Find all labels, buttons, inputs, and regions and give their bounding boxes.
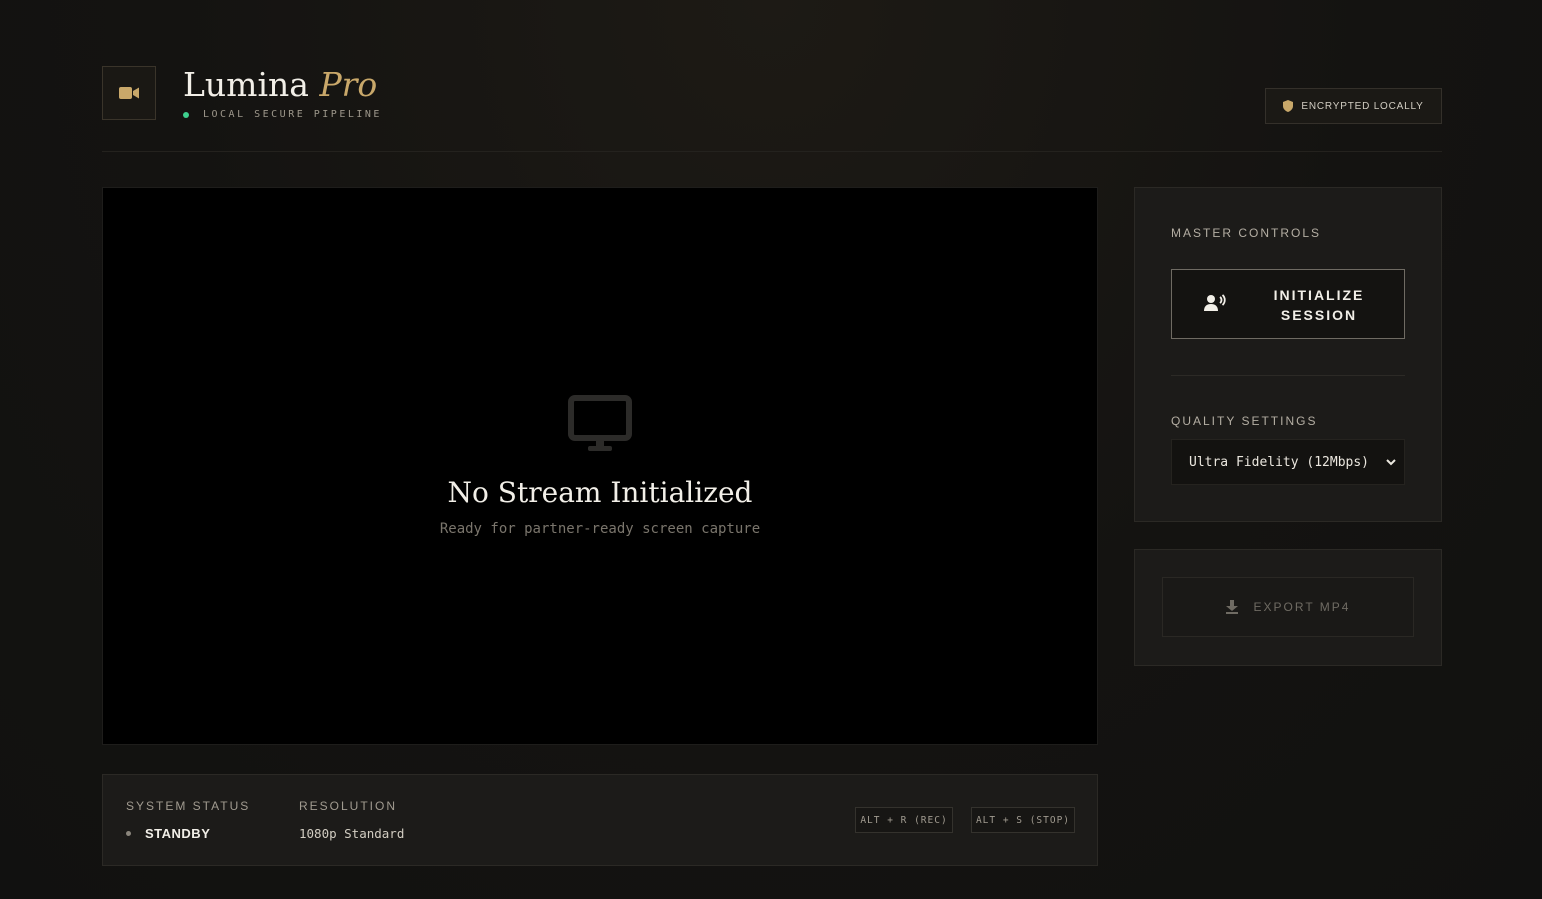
brand: Lumina Pro LOCAL SECURE PIPELINE: [183, 66, 382, 120]
empty-state-subtitle: Ready for partner-ready screen capture: [439, 521, 761, 537]
video-camera-icon: [119, 87, 139, 99]
app-header: Lumina Pro LOCAL SECURE PIPELINE ENCRYPT…: [102, 66, 1442, 152]
shield-icon: [1283, 100, 1294, 112]
empty-state: No Stream Initialized Ready for partner-…: [103, 395, 1097, 537]
system-status: SYSTEM STATUS STANDBY: [126, 799, 250, 841]
encryption-badge-label: ENCRYPTED LOCALLY: [1301, 100, 1424, 112]
master-controls-panel: MASTER CONTROLS INITIALIZE SESSION QUALI…: [1134, 187, 1442, 522]
export-mp4-label: EXPORT MP4: [1253, 600, 1351, 614]
panel-divider: [1171, 375, 1405, 376]
export-panel: EXPORT MP4: [1134, 549, 1442, 666]
resolution-value: 1080p Standard: [299, 826, 405, 841]
status-indicator: [126, 831, 131, 836]
monitor-icon: [568, 395, 632, 451]
user-voice-icon: [1204, 294, 1226, 311]
pipeline-status: LOCAL SECURE PIPELINE: [183, 109, 382, 120]
chevron-down-icon: [1386, 458, 1396, 465]
initialize-session-label-line1: INITIALIZE: [1273, 287, 1365, 303]
status-bar: SYSTEM STATUS STANDBY RESOLUTION 1080p S…: [102, 774, 1098, 866]
initialize-session-label-line2: SESSION: [1280, 307, 1358, 323]
export-mp4-button[interactable]: EXPORT MP4: [1162, 577, 1414, 637]
initialize-session-label: INITIALIZE SESSION: [1234, 285, 1404, 325]
download-icon: [1225, 600, 1238, 614]
initialize-session-button[interactable]: INITIALIZE SESSION: [1171, 269, 1405, 339]
shortcut-record: ALT + R (REC): [855, 807, 953, 833]
resolution-status: RESOLUTION 1080p Standard: [299, 799, 404, 841]
app-title: Lumina Pro: [183, 65, 378, 104]
resolution-label: RESOLUTION: [299, 799, 398, 813]
shortcut-stop: ALT + S (STOP): [971, 807, 1075, 833]
encryption-badge: ENCRYPTED LOCALLY: [1265, 88, 1442, 124]
system-status-row: STANDBY: [126, 826, 250, 841]
quality-select[interactable]: Ultra Fidelity (12Mbps): [1171, 439, 1405, 485]
quality-settings-label: QUALITY SETTINGS: [1171, 414, 1318, 428]
app-title-accent: Pro: [319, 65, 378, 104]
empty-state-title: No Stream Initialized: [447, 476, 753, 509]
app-subtitle: LOCAL SECURE PIPELINE: [203, 109, 382, 120]
system-status-label: SYSTEM STATUS: [126, 799, 251, 813]
master-controls-label: MASTER CONTROLS: [1171, 226, 1322, 240]
system-status-value: STANDBY: [145, 826, 211, 841]
logo: [102, 66, 156, 120]
quality-selected-value: Ultra Fidelity (12Mbps): [1189, 454, 1370, 470]
stream-preview: No Stream Initialized Ready for partner-…: [102, 187, 1098, 745]
online-indicator: [183, 111, 189, 118]
